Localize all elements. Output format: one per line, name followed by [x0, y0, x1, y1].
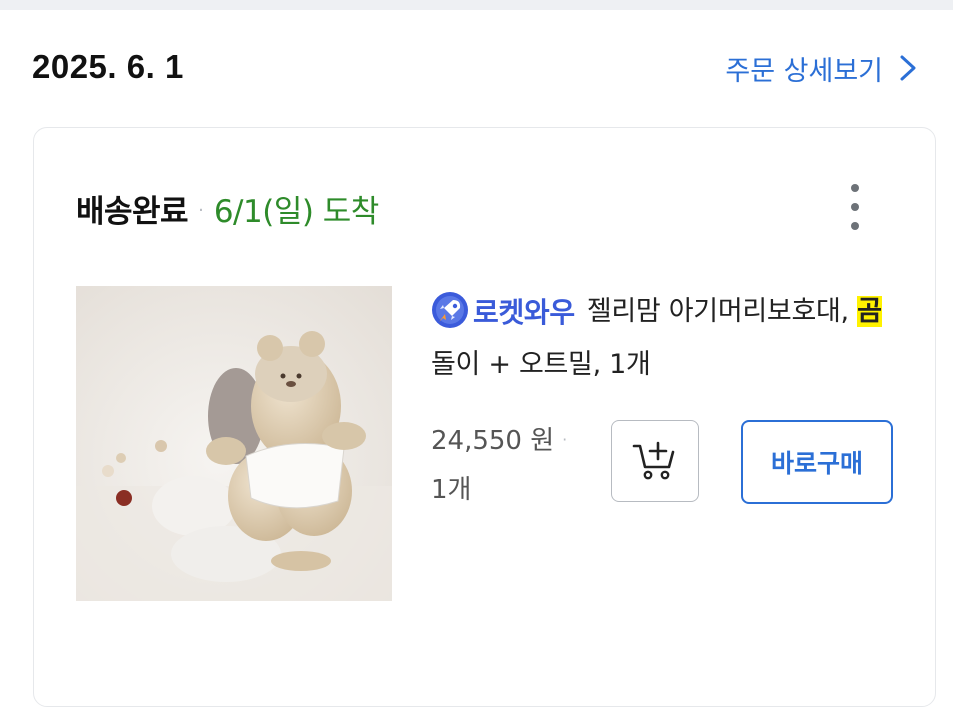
rocket-icon	[432, 291, 468, 328]
product-name-part2: 돌이 + 오트밀, 1개	[431, 348, 651, 380]
order-header: 2025. 6. 1 주문 상세보기	[0, 10, 953, 127]
product-thumbnail[interactable]	[76, 286, 392, 601]
product-info: 로켓와우 젤리맘 아기머리보호대, 곰돌이 + 오트밀, 1개	[431, 286, 901, 391]
status-separator: ·	[198, 200, 204, 221]
chevron-right-icon	[900, 55, 916, 81]
rocket-wow-badge: 로켓와우	[431, 287, 587, 339]
product-name-highlight: 곰	[857, 296, 882, 327]
product-title[interactable]: 로켓와우 젤리맘 아기머리보호대, 곰돌이 + 오트밀, 1개	[431, 286, 901, 391]
buy-now-button[interactable]: 바로구매	[741, 420, 893, 504]
add-to-cart-button[interactable]	[611, 420, 699, 502]
more-vertical-icon[interactable]	[847, 184, 863, 230]
add-to-cart-icon	[632, 441, 675, 480]
product-price: 24,550 원	[431, 426, 555, 456]
order-detail-link[interactable]: 주문 상세보기	[725, 48, 919, 88]
price-quantity: 24,550 원 · 1개	[431, 418, 567, 513]
delivery-status-row: 배송완료 · 6/1(일) 도착	[76, 186, 379, 231]
arrival-date: 6/1(일) 도착	[213, 194, 380, 230]
price-separator: ·	[562, 430, 568, 449]
product-name-part1: 젤리맘 아기머리보호대,	[586, 296, 858, 327]
rocket-wow-label: 로켓와우	[473, 295, 575, 329]
order-detail-label: 주문 상세보기	[725, 55, 883, 87]
product-quantity: 1개	[431, 475, 472, 505]
order-card: 배송완료 · 6/1(일) 도착 로켓와우 젤리맘 아기머리보호대, 곰돌이 +…	[33, 127, 936, 707]
delivery-status: 배송완료	[76, 194, 189, 230]
top-divider-strip	[0, 0, 953, 10]
order-date: 2025. 6. 1	[32, 48, 184, 85]
